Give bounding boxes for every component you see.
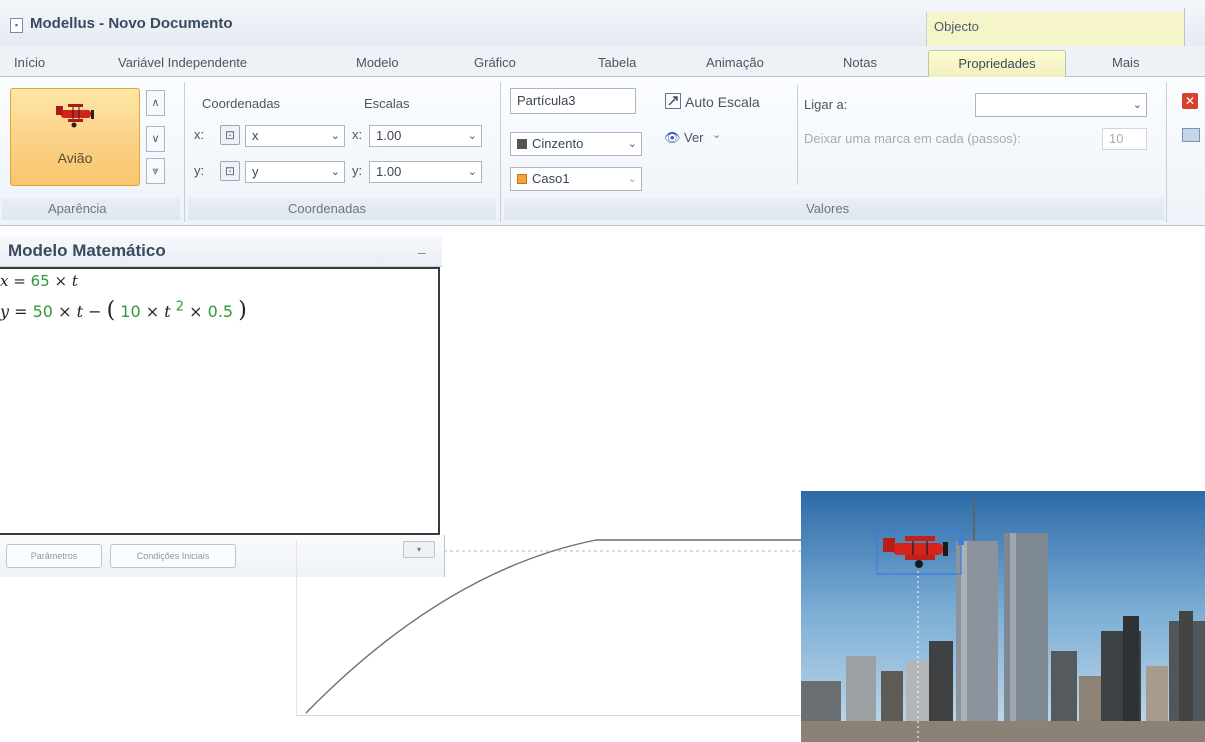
times-op: × [145, 302, 160, 321]
tab-propriedades[interactable]: Propriedades [928, 50, 1066, 77]
group-divider [184, 82, 185, 222]
trajectory-curve [305, 539, 801, 714]
app-icon[interactable]: ▪ [10, 18, 23, 33]
chevron-down-icon: ⌄ [330, 166, 340, 178]
x-variable-select[interactable]: x ⌄ [245, 125, 345, 147]
right-paren: ) [238, 298, 247, 323]
times-op: × [58, 302, 72, 321]
x-scale-value: 1.00 [376, 128, 402, 143]
coef-10: 10 [120, 302, 141, 321]
chevron-down-icon: ⌄ [627, 173, 637, 185]
gallery-up-button[interactable]: ∧ [146, 90, 165, 116]
valores-group-label: Valores [806, 201, 850, 216]
case-swatch [517, 174, 527, 184]
object-appearance-label: Avião [57, 150, 93, 166]
coef-0-5: 0.5 [207, 302, 234, 321]
eye-icon: 👁 [664, 130, 681, 145]
particle-name-value: Partícula3 [517, 93, 576, 108]
chevron-down-icon: ⌄ [1132, 99, 1142, 111]
case-value: Caso1 [532, 171, 570, 186]
x-scale-label: x: [352, 127, 363, 142]
minus-op: − [88, 302, 102, 321]
math-model-title: Modelo Matemático [8, 241, 166, 260]
chevron-down-icon: ⌄ [467, 130, 477, 142]
x-scale-select[interactable]: 1.00 ⌄ [369, 125, 482, 147]
chevron-down-icon: ⌄ [330, 130, 340, 142]
gallery-more-button[interactable]: ⩔ [146, 158, 165, 184]
x-variable-value: x [252, 128, 259, 143]
times-op: × [54, 272, 68, 290]
t-var: t [76, 302, 84, 321]
mark-steps-label: Deixar uma marca em cada (passos): [804, 131, 1021, 146]
auto-scale-button[interactable]: Auto Escala [685, 94, 760, 110]
exponent-2: 2 [175, 299, 185, 315]
tab-inicio[interactable]: Início [14, 55, 45, 70]
case-select[interactable]: Caso1 ⌄ [510, 167, 642, 191]
y-scale-select[interactable]: 1.00 ⌄ [369, 161, 482, 183]
coef-50: 50 [32, 302, 53, 321]
y-coordinate-label: y: [194, 163, 205, 178]
window-title: Modellus - Novo Documento [30, 15, 233, 32]
skyline-background-image [801, 491, 1205, 742]
times-op: × [189, 302, 203, 321]
mark-steps-field[interactable]: 10 [1102, 128, 1147, 150]
group-divider [1166, 82, 1167, 222]
y-scale-label: y: [352, 163, 363, 178]
equation-x[interactable]: x = 65 × t [0, 272, 78, 290]
x-coordinate-label: x: [194, 127, 205, 142]
scales-header: Escalas [364, 96, 410, 111]
link-to-select[interactable]: ⌄ [975, 93, 1147, 117]
object-appearance-button[interactable] [10, 88, 140, 186]
parameters-button[interactable]: Parâmetros [6, 544, 102, 568]
equation-y[interactable]: y = 50 × t − ( 10 × t 2 × 0.5 ) [0, 298, 247, 323]
tab-tabela[interactable]: Tabela [598, 55, 636, 70]
coordinates-header: Coordenadas [202, 96, 281, 111]
color-select[interactable]: Cinzento ⌄ [510, 132, 642, 156]
link-to-label: Ligar a: [804, 97, 848, 112]
auto-scale-icon [665, 93, 681, 109]
color-value: Cinzento [532, 136, 584, 151]
y-scale-value: 1.00 [376, 164, 402, 179]
chevron-down-icon: ⌄ [712, 129, 722, 141]
chevron-down-icon: ⌄ [627, 138, 637, 150]
tab-animacao[interactable]: Animação [706, 55, 764, 70]
group-divider [797, 85, 798, 185]
gallery-down-button[interactable]: ∨ [146, 126, 165, 152]
delete-icon[interactable]: ✕ [1182, 93, 1198, 109]
lock-icon[interactable]: ⊡ [220, 161, 240, 181]
coordenadas-group-label: Coordenadas [288, 201, 367, 216]
trajectory-plot [305, 539, 816, 714]
left-paren: ( [106, 298, 116, 323]
y-variable-select[interactable]: y ⌄ [245, 161, 345, 183]
y-variable-value: y [252, 164, 259, 179]
contextual-tab-group-label: Objecto [934, 19, 979, 34]
mark-steps-value: 10 [1109, 131, 1124, 146]
coef-65: 65 [30, 272, 50, 290]
tab-modelo[interactable]: Modelo [356, 55, 399, 70]
tab-mais[interactable]: Mais [1112, 55, 1139, 70]
particle-name-field[interactable]: Partícula3 [510, 88, 636, 114]
copy-icon[interactable] [1182, 128, 1200, 142]
group-divider [500, 82, 501, 222]
color-swatch [517, 139, 527, 149]
tab-notas[interactable]: Notas [843, 55, 877, 70]
tab-variavel-independente[interactable]: Variável Independente [118, 55, 247, 70]
view-button[interactable]: Ver [684, 130, 704, 145]
airplane-icon [56, 104, 94, 128]
t-var: t [164, 302, 171, 321]
aparencia-group-label: Aparência [48, 201, 107, 216]
minimize-button[interactable]: – [418, 244, 426, 260]
lock-icon[interactable]: ⊡ [220, 125, 240, 145]
initial-conditions-button[interactable]: Condições Iniciais [110, 544, 236, 568]
t-var: t [71, 272, 78, 290]
tab-grafico[interactable]: Gráfico [474, 55, 516, 70]
chevron-down-icon: ⌄ [467, 166, 477, 178]
